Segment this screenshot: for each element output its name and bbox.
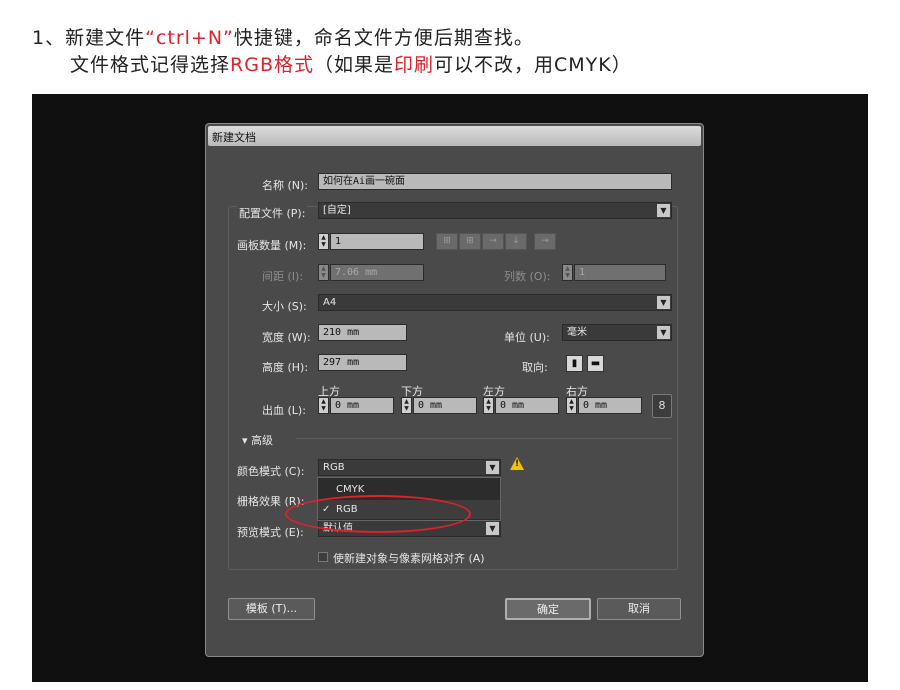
bleed-top-input[interactable]: 0 mm [330, 397, 394, 414]
dialog-title: 新建文档 [212, 131, 256, 144]
columns-label: 列数 (O): [504, 270, 551, 283]
caption-text: （如果是 [313, 54, 394, 76]
chevron-down-icon: ▼ [486, 522, 499, 535]
chevron-down-icon: ▼ [657, 296, 670, 309]
orientation-label: 取向: [522, 361, 548, 374]
profile-select[interactable]: [自定] ▼ [318, 202, 672, 219]
color-mode-label: 颜色模式 (C): [237, 465, 305, 478]
units-label: 单位 (U): [504, 331, 550, 344]
landscape-icon[interactable]: ▬ [587, 355, 604, 372]
advanced-toggle[interactable]: ▾ 高级 [242, 432, 273, 448]
highlight-circle [285, 495, 471, 533]
caption-rgb-highlight: RGB格式 [230, 54, 314, 76]
instruction-caption: 1、新建文件“ctrl+N”快捷键，命名文件方便后期查找。 文件格式记得选择RG… [32, 25, 632, 79]
bleed-right-stepper[interactable]: ▲ ▼ [566, 397, 577, 414]
chevron-down-icon: ▼ [486, 461, 499, 474]
ok-button[interactable]: 确定 [505, 598, 591, 620]
caption-line-1: 1、新建文件“ctrl+N”快捷键，命名文件方便后期查找。 [32, 25, 632, 52]
grid-by-column-icon[interactable]: ⊞ [459, 233, 481, 250]
caption-text: 快捷键，命名文件方便后期查找。 [233, 27, 534, 49]
warning-icon: ! [510, 457, 524, 470]
spacing-label: 间距 (I): [262, 270, 304, 283]
bleed-right-input[interactable]: 0 mm [578, 397, 642, 414]
artboards-stepper[interactable]: ▲ ▼ [318, 233, 329, 250]
caption-print-highlight: 印刷 [394, 54, 435, 76]
size-label: 大小 (S): [262, 300, 307, 313]
chevron-down-icon: ▼ [657, 204, 670, 217]
caption-text: 文件格式记得选择 [70, 54, 231, 76]
color-mode-value: RGB [323, 462, 345, 473]
name-label: 名称 (N): [262, 179, 309, 192]
cancel-button[interactable]: 取消 [597, 598, 681, 620]
columns-stepper: ▲ ▼ [562, 264, 573, 281]
units-select[interactable]: 毫米 ▼ [562, 324, 672, 341]
link-bleed-icon[interactable]: 8 [652, 394, 672, 418]
preview-mode-label: 预览模式 (E): [237, 526, 304, 539]
align-pixel-grid-checkbox[interactable] [318, 552, 328, 562]
grid-by-row-icon[interactable]: ⊞ [436, 233, 458, 250]
right-to-left-icon[interactable]: → [534, 233, 556, 250]
caption-text: 1、新建文件 [32, 27, 146, 49]
bleed-bottom-input[interactable]: 0 mm [413, 397, 477, 414]
dialog-titlebar[interactable]: 新建文档 [208, 126, 701, 146]
bleed-bottom-stepper[interactable]: ▲ ▼ [401, 397, 412, 414]
color-mode-select[interactable]: RGB ▼ [318, 459, 501, 476]
arrange-by-row-icon[interactable]: → [482, 233, 504, 250]
units-value: 毫米 [567, 327, 587, 338]
advanced-divider [296, 438, 672, 439]
columns-input: 1 [574, 264, 666, 281]
bleed-left-input[interactable]: 0 mm [495, 397, 559, 414]
artboards-input[interactable]: 1 [330, 233, 424, 250]
spacing-input: 7.06 mm [330, 264, 424, 281]
caption-shortcut: “ctrl+N” [145, 27, 234, 49]
profile-label: 配置文件 (P): [237, 205, 308, 221]
portrait-icon[interactable]: ▮ [566, 355, 583, 372]
align-pixel-grid-label: 使新建对象与像素网格对齐 (A) [333, 552, 485, 565]
width-input[interactable]: 210 mm [318, 324, 407, 341]
height-input[interactable]: 297 mm [318, 354, 407, 371]
new-document-dialog: 新建文档 名称 (N): 如何在Ai画一碗面 配置文件 (P): [自定] ▼ 画… [205, 123, 704, 657]
bleed-left-stepper[interactable]: ▲ ▼ [483, 397, 494, 414]
size-select[interactable]: A4 ▼ [318, 294, 672, 311]
bleed-top-stepper[interactable]: ▲ ▼ [318, 397, 329, 414]
artboards-label: 画板数量 (M): [237, 239, 307, 252]
width-label: 宽度 (W): [262, 331, 311, 344]
bleed-label: 出血 (L): [262, 404, 306, 417]
profile-value: [自定] [323, 205, 351, 216]
size-value: A4 [323, 297, 337, 308]
name-input[interactable]: 如何在Ai画一碗面 [318, 173, 672, 190]
height-label: 高度 (H): [262, 361, 309, 374]
chevron-down-icon: ▼ [657, 326, 670, 339]
caption-line-2: 文件格式记得选择RGB格式（如果是印刷可以不改，用CMYK） [32, 52, 632, 79]
caption-text: 可以不改，用CMYK） [434, 54, 632, 76]
arrange-by-column-icon[interactable]: ↓ [505, 233, 527, 250]
spacing-stepper: ▲ ▼ [318, 264, 329, 281]
templates-button[interactable]: 模板 (T)... [228, 598, 315, 620]
